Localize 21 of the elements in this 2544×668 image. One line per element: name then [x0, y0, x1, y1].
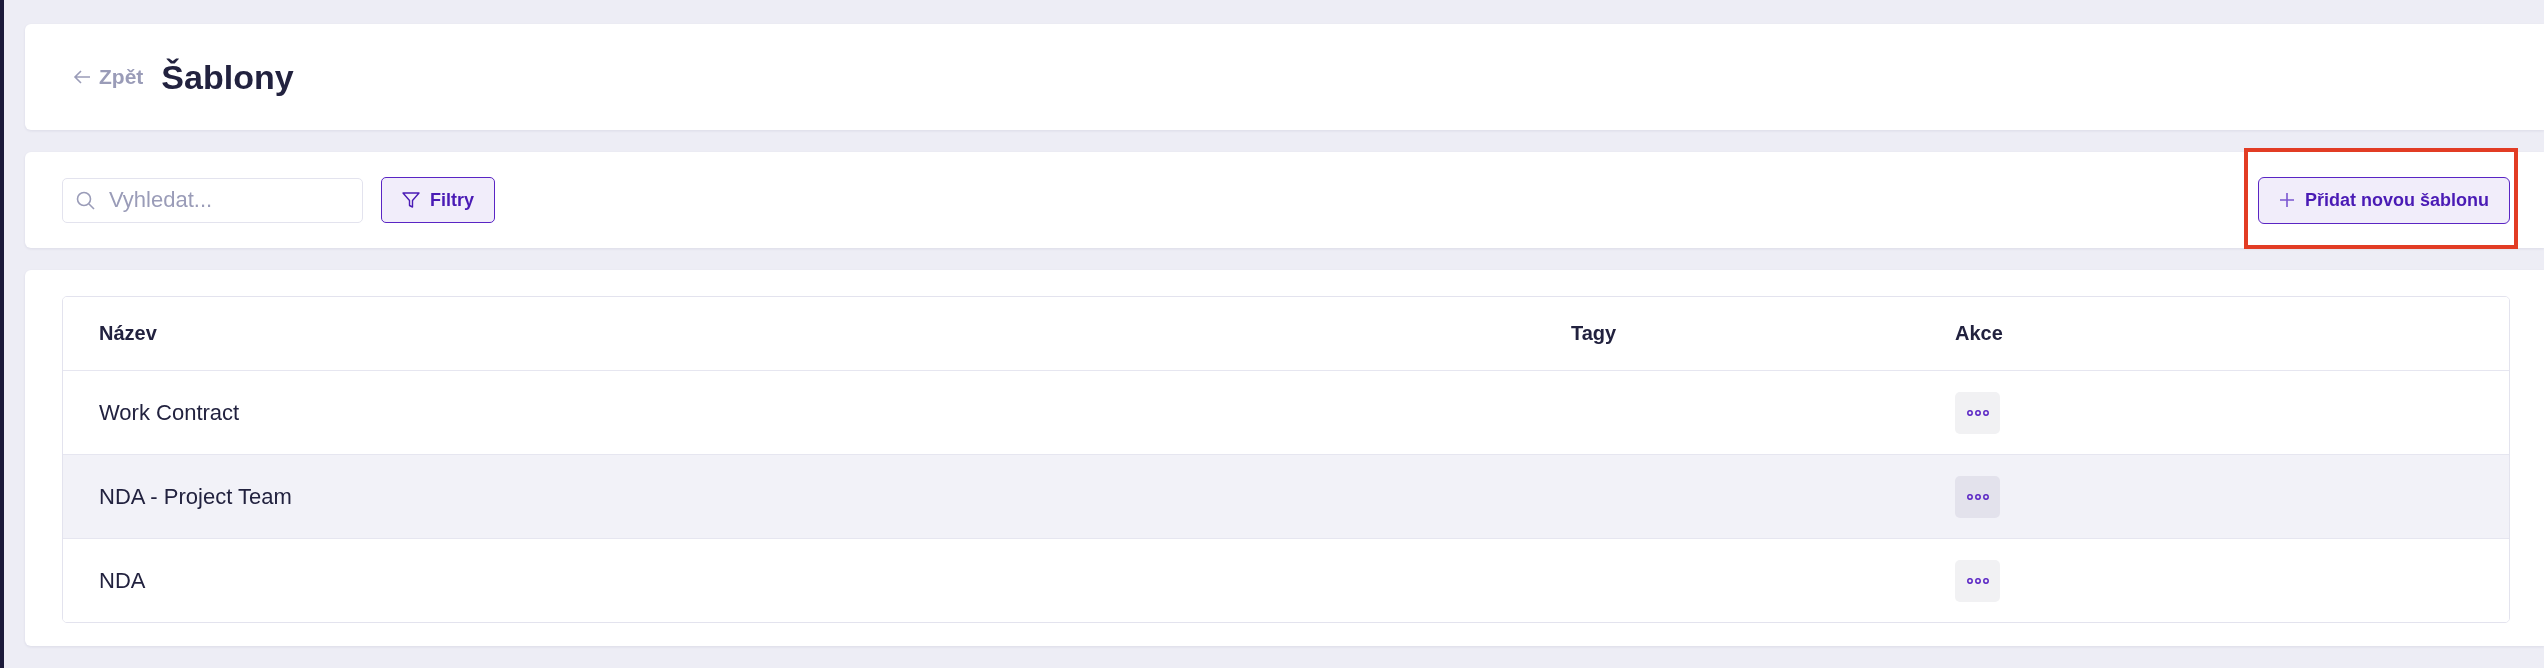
column-header: Název — [99, 322, 158, 345]
table-row[interactable]: NDA - Project Team — [63, 454, 2509, 538]
column-header: Tagy — [1571, 322, 1618, 345]
more-icon — [1966, 409, 1989, 416]
table-row[interactable]: NDA — [63, 538, 2509, 622]
plus-icon — [2279, 192, 2295, 208]
search-field[interactable]: Vyhledat... — [62, 177, 363, 223]
template-name: Work Contract — [99, 399, 241, 426]
more-icon — [1966, 493, 1989, 500]
arrow-left-icon — [73, 69, 91, 85]
page-title: Šablony — [161, 57, 294, 97]
add-template-button[interactable]: Přidat novou šablonu — [2258, 176, 2510, 224]
more-actions-button[interactable] — [1955, 391, 2000, 434]
filter-button[interactable]: Filtry — [381, 177, 495, 223]
more-icon — [1966, 577, 1989, 584]
template-name: NDA — [99, 567, 147, 594]
funnel-icon — [402, 191, 420, 209]
more-actions-button[interactable] — [1955, 475, 2000, 518]
column-header: Akce — [1955, 322, 2004, 345]
more-actions-button[interactable] — [1955, 559, 2000, 602]
template-name: NDA - Project Team — [99, 483, 293, 510]
